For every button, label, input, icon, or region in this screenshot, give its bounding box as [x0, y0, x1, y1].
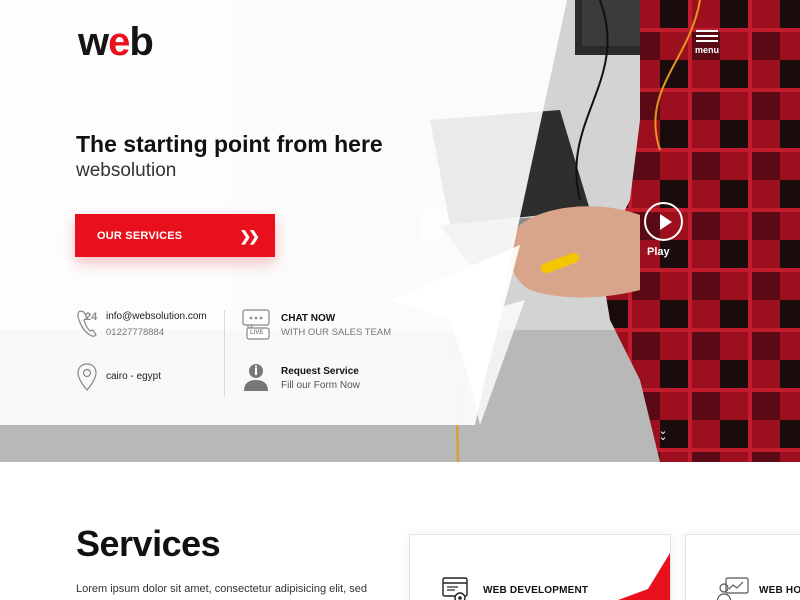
hero-title: The starting point from here: [76, 131, 383, 157]
logo-text-accent: e: [108, 20, 130, 64]
menu-label: menu: [694, 45, 719, 55]
hero-subtitle: websolution: [76, 160, 177, 181]
web-hosting-icon: [716, 575, 750, 600]
contact-phone[interactable]: 01227778884: [106, 327, 207, 338]
services-heading: Services: [76, 523, 221, 564]
location-contact: cairo - egypt: [106, 371, 161, 382]
phone-contact: info@websolution.com 01227778884: [106, 311, 207, 338]
double-chevron-down-icon[interactable]: ⌄ ⌄: [655, 426, 671, 443]
service-card-web-development[interactable]: WEB DEVELOPMENT: [409, 534, 671, 600]
menu-button[interactable]: menu: [690, 30, 724, 56]
logo-text-start: w: [78, 20, 109, 64]
play-label: Play: [647, 246, 670, 258]
service-card-label: WEB DEVELOPMENT: [483, 585, 589, 596]
logo[interactable]: web: [78, 20, 154, 64]
live-chat-icon[interactable]: LIVE: [242, 309, 272, 346]
our-services-label: OUR SERVICES: [97, 229, 183, 242]
phone-24-badge: 24: [85, 311, 98, 323]
chat-now-title: CHAT NOW: [281, 313, 336, 324]
web-development-icon: [440, 575, 470, 600]
support-agent-icon[interactable]: [243, 362, 269, 397]
service-card-label: WEB HOS: [759, 585, 800, 596]
map-pin-icon: [76, 362, 98, 397]
contact-email[interactable]: info@websolution.com: [106, 311, 207, 322]
hero-section: web menu The starting point from here we…: [0, 0, 800, 462]
contact-location: cairo - egypt: [106, 371, 162, 382]
service-card-web-hosting[interactable]: WEB HOS: [685, 534, 800, 600]
phone-24-icon: 24: [76, 308, 100, 343]
request-service-title: Request Service: [281, 366, 359, 377]
hamburger-icon: [690, 30, 724, 42]
chat-now-subtitle: WITH OUR SALES TEAM: [281, 327, 392, 338]
logo-text-end: b: [129, 20, 153, 64]
play-icon: [660, 214, 672, 230]
card-accent-shape: [618, 553, 670, 600]
contact-divider: [224, 310, 225, 396]
chat-now-link[interactable]: CHAT NOW WITH OUR SALES TEAM: [281, 313, 391, 338]
services-description: Lorem ipsum dolor sit amet, consectetur …: [76, 583, 368, 595]
request-service-link[interactable]: Request Service Fill our Form Now: [281, 366, 360, 391]
our-services-button[interactable]: OUR SERVICES ❯❯: [75, 214, 275, 257]
request-service-subtitle: Fill our Form Now: [281, 380, 360, 391]
live-badge: LIVE: [250, 330, 264, 336]
double-chevron-right-icon: ❯❯: [239, 228, 261, 244]
play-video-button[interactable]: [644, 202, 683, 241]
